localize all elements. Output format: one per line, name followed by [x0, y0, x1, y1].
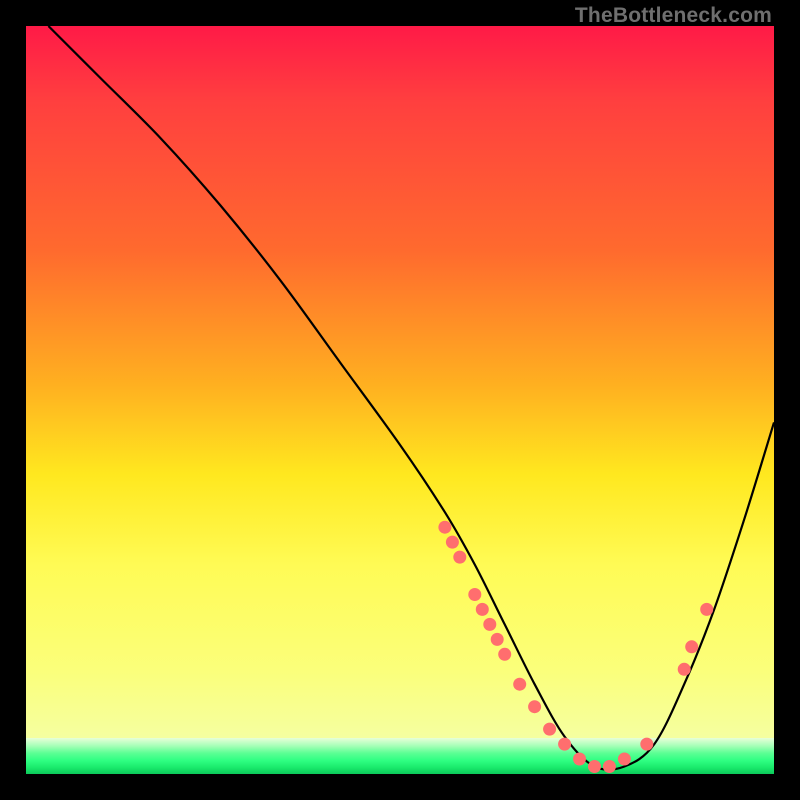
curve-marker	[678, 663, 691, 676]
curve-marker	[453, 551, 466, 564]
chart-frame: TheBottleneck.com	[0, 0, 800, 800]
curve-marker	[685, 640, 698, 653]
bottleneck-curve	[48, 26, 774, 770]
curve-marker	[603, 760, 616, 773]
curve-marker	[543, 723, 556, 736]
chart-plot-area	[26, 26, 774, 774]
curve-marker	[513, 678, 526, 691]
curve-marker	[700, 603, 713, 616]
curve-marker	[640, 738, 653, 751]
curve-marker	[498, 648, 511, 661]
curve-marker	[573, 753, 586, 766]
curve-marker	[446, 536, 459, 549]
curve-marker	[618, 753, 631, 766]
curve-marker	[491, 633, 504, 646]
curve-marker	[558, 738, 571, 751]
curve-marker	[483, 618, 496, 631]
chart-svg	[26, 26, 774, 774]
curve-markers	[438, 521, 713, 773]
watermark-label: TheBottleneck.com	[575, 4, 772, 28]
curve-marker	[476, 603, 489, 616]
curve-marker	[588, 760, 601, 773]
curve-marker	[528, 700, 541, 713]
curve-marker	[438, 521, 451, 534]
curve-marker	[468, 588, 481, 601]
